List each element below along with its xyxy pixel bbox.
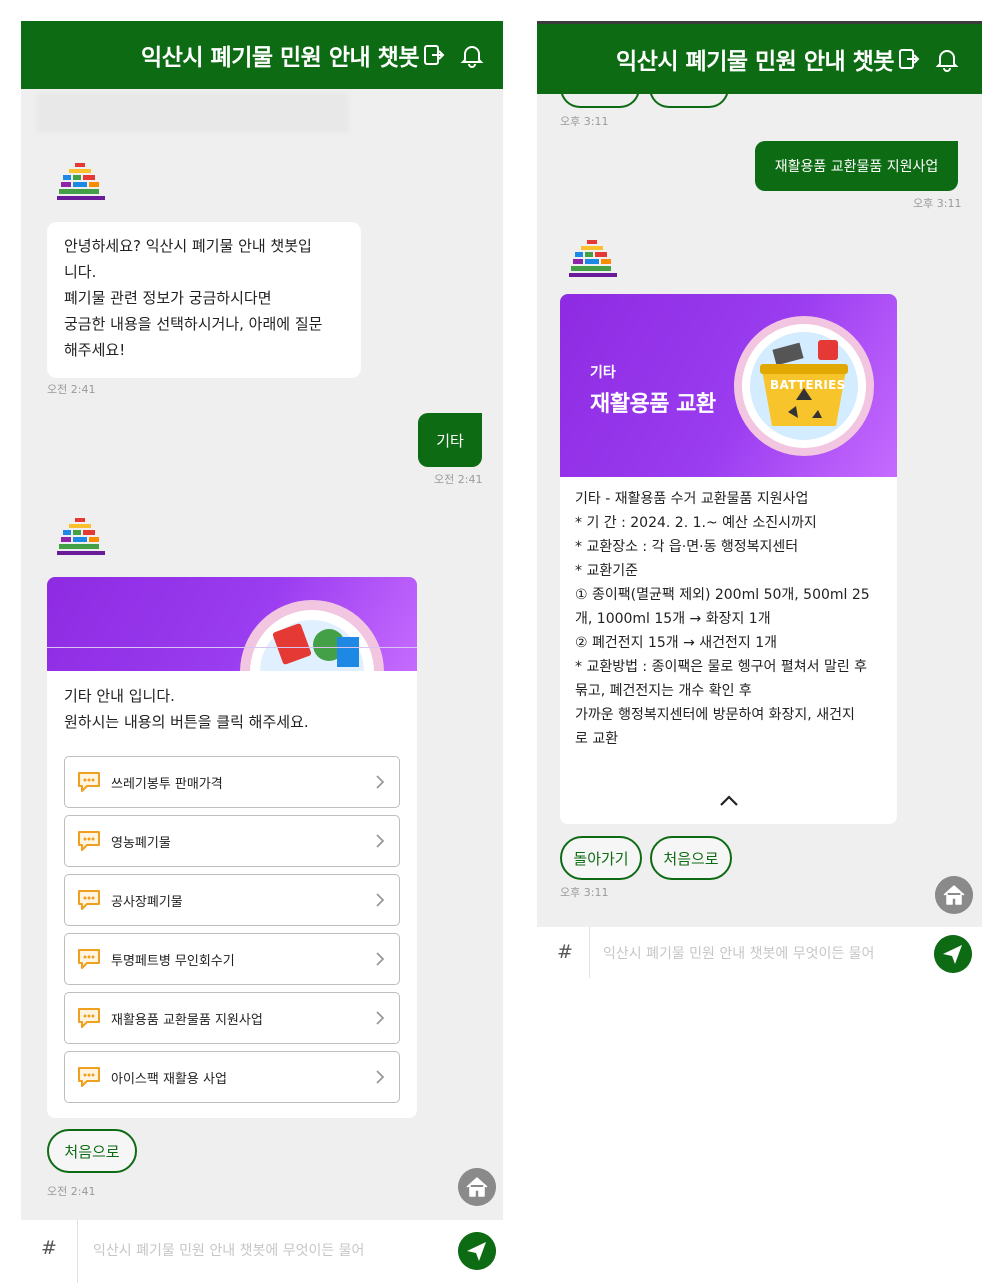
back-pill-button[interactable]: 돌아가기 [560, 836, 642, 880]
menu-intro: 기타 안내 입니다. 원하시는 내용의 버튼을 클릭 해주세요. [64, 683, 309, 735]
detail-line: * 교환방법 : 종이팩은 물로 헹구어 펼쳐서 말린 후 [575, 659, 868, 675]
bot-avatar-icon [569, 240, 617, 277]
option-button-garbage-bag-price[interactable]: 쓰레기봉투 판매가격 [64, 756, 400, 808]
home-pill-label: 처음으로 [663, 849, 719, 868]
option-label: 투명페트병 무인회수기 [111, 953, 235, 969]
option-button-construction-waste[interactable]: 공사장폐기물 [64, 874, 400, 926]
detail-line: ① 종이팩(멸균팩 제외) 200ml 50개, 500ml 25 [575, 587, 870, 603]
chat-bubble-icon [78, 890, 100, 910]
option-label: 재활용품 교환물품 지원사업 [111, 1012, 263, 1028]
chat-bubble-icon [78, 1008, 100, 1028]
home-icon[interactable] [458, 1168, 496, 1206]
scrolled-pill-button [560, 82, 640, 108]
user-message-bubble: 재활용품 교환물품 지원사업 [755, 141, 958, 191]
scrolled-pill-button [649, 82, 729, 108]
menu-card: 기타 안내 입니다. 원하시는 내용의 버튼을 클릭 해주세요. 쓰레기봉투 판… [47, 577, 417, 1118]
blurred-previous-content [37, 93, 349, 133]
exit-icon[interactable] [423, 43, 445, 67]
menu-intro-line: 원하시는 내용의 버튼을 클릭 해주세요. [64, 713, 309, 731]
info-card: 기타 재활용품 교환 BATTERIES 기타 - 재활용품 수거 교환물품 지… [560, 294, 897, 824]
send-icon[interactable] [934, 935, 972, 973]
chevron-right-icon [376, 1011, 385, 1025]
option-button-recycle-exchange[interactable]: 재활용품 교환물품 지원사업 [64, 992, 400, 1044]
menu-card-banner [47, 577, 417, 671]
detail-line: 로 교환 [575, 731, 619, 747]
message-time: 오전 2:41 [47, 1185, 96, 1198]
chevron-right-icon [376, 952, 385, 966]
detail-line: 기타 - 재활용품 수거 교환물품 지원사업 [575, 491, 809, 507]
info-card-banner: 기타 재활용품 교환 BATTERIES [560, 294, 897, 477]
chevron-right-icon [376, 775, 385, 789]
recycle-illustration-icon [240, 600, 384, 671]
chevron-right-icon [376, 1070, 385, 1084]
message-time: 오전 2:41 [434, 473, 483, 486]
chevron-right-icon [376, 893, 385, 907]
hashtag-button[interactable]: # [557, 941, 573, 963]
greeting-line: 안녕하세요? 익산시 폐기물 안내 챗봇입 [64, 237, 312, 255]
bot-avatar-icon [57, 518, 105, 555]
option-label: 영농폐기물 [111, 835, 171, 851]
chat-bubble-icon [78, 831, 100, 851]
banner-subtitle: 기타 [590, 365, 616, 381]
banner-divider [47, 647, 417, 648]
greeting-line: 궁금한 내용을 선택하시거나, 아래에 질문 [64, 315, 323, 333]
chat-input[interactable] [603, 941, 911, 967]
greeting-line: 니다. [64, 263, 97, 281]
menu-intro-line: 기타 안내 입니다. [64, 687, 175, 705]
home-icon[interactable] [935, 876, 973, 914]
option-button-icepack-recycle[interactable]: 아이스팩 재활용 사업 [64, 1051, 400, 1103]
chevron-up-icon[interactable] [718, 794, 740, 808]
banner-badge: BATTERIES [770, 378, 846, 392]
detail-line: * 교환장소 : 각 읍·면·동 행정복지센터 [575, 539, 799, 555]
message-time: 오후 3:11 [560, 886, 609, 899]
input-divider [589, 927, 590, 978]
message-time: 오후 3:11 [913, 197, 962, 210]
option-button-pet-bottle-machine[interactable]: 투명페트병 무인회수기 [64, 933, 400, 985]
chat-bubble-icon [78, 949, 100, 969]
option-label: 아이스팩 재활용 사업 [111, 1071, 227, 1087]
chat-input[interactable] [93, 1238, 433, 1264]
option-label: 쓰레기봉투 판매가격 [111, 776, 223, 792]
home-pill-label: 처음으로 [64, 1142, 120, 1161]
chat-bubble-icon [78, 772, 100, 792]
info-detail: 기타 - 재활용품 수거 교환물품 지원사업 * 기 간 : 2024. 2. … [575, 487, 887, 751]
detail-line: ② 폐건전지 15개 → 새건전지 1개 [575, 635, 778, 651]
detail-line: 가까운 행정복지센터에 방문하여 화장지, 새건지 [575, 707, 855, 723]
detail-line: * 기 간 : 2024. 2. 1.~ 예산 소진시까지 [575, 515, 817, 531]
chat-title: 익산시 폐기물 민원 안내 챗봇 [616, 49, 894, 75]
message-time: 오후 3:11 [560, 115, 609, 128]
input-divider [77, 1220, 78, 1283]
chat-window-right: 익산시 폐기물 민원 안내 챗봇 오후 3:11 재활용품 교환물품 지원사업 … [537, 21, 982, 978]
detail-line: 개, 1000ml 15개 → 화장지 1개 [575, 611, 771, 627]
chevron-right-icon [376, 834, 385, 848]
bot-avatar-icon [57, 163, 105, 200]
bell-icon[interactable] [934, 46, 960, 72]
user-message-text: 재활용품 교환물품 지원사업 [774, 159, 939, 175]
chat-header: 익산시 폐기물 민원 안내 챗봇 [21, 21, 503, 89]
send-icon[interactable] [458, 1232, 496, 1270]
hashtag-button[interactable]: # [41, 1237, 57, 1259]
greeting-line: 해주세요! [64, 341, 126, 359]
detail-line: 묶고, 폐건전지는 개수 확인 후 [575, 683, 752, 699]
option-button-farm-waste[interactable]: 영농폐기물 [64, 815, 400, 867]
option-label: 공사장폐기물 [111, 894, 183, 910]
user-message-bubble: 기타 [418, 413, 482, 467]
chat-title: 익산시 폐기물 민원 안내 챗봇 [141, 45, 419, 71]
user-message-text: 기타 [436, 431, 464, 450]
home-pill-button[interactable]: 처음으로 [47, 1129, 137, 1173]
exit-icon[interactable] [898, 47, 920, 71]
message-time: 오전 2:41 [47, 383, 96, 396]
banner-title: 재활용품 교환 [590, 392, 716, 417]
bot-greeting-bubble: 안녕하세요? 익산시 폐기물 안내 챗봇입 니다. 폐기물 관련 정보가 궁금하… [47, 222, 361, 378]
back-pill-label: 돌아가기 [573, 849, 629, 868]
chat-bubble-icon [78, 1067, 100, 1087]
chat-window-left: 익산시 폐기물 민원 안내 챗봇 안녕하세요? 익산시 폐기물 안내 챗봇입 니… [21, 21, 503, 1283]
chat-input-bar: # [537, 927, 982, 978]
bell-icon[interactable] [459, 42, 485, 68]
chat-input-bar: # [21, 1220, 503, 1283]
home-pill-button[interactable]: 처음으로 [650, 836, 732, 880]
detail-line: * 교환기준 [575, 563, 638, 579]
greeting-line: 폐기물 관련 정보가 궁금하시다면 [64, 289, 272, 307]
